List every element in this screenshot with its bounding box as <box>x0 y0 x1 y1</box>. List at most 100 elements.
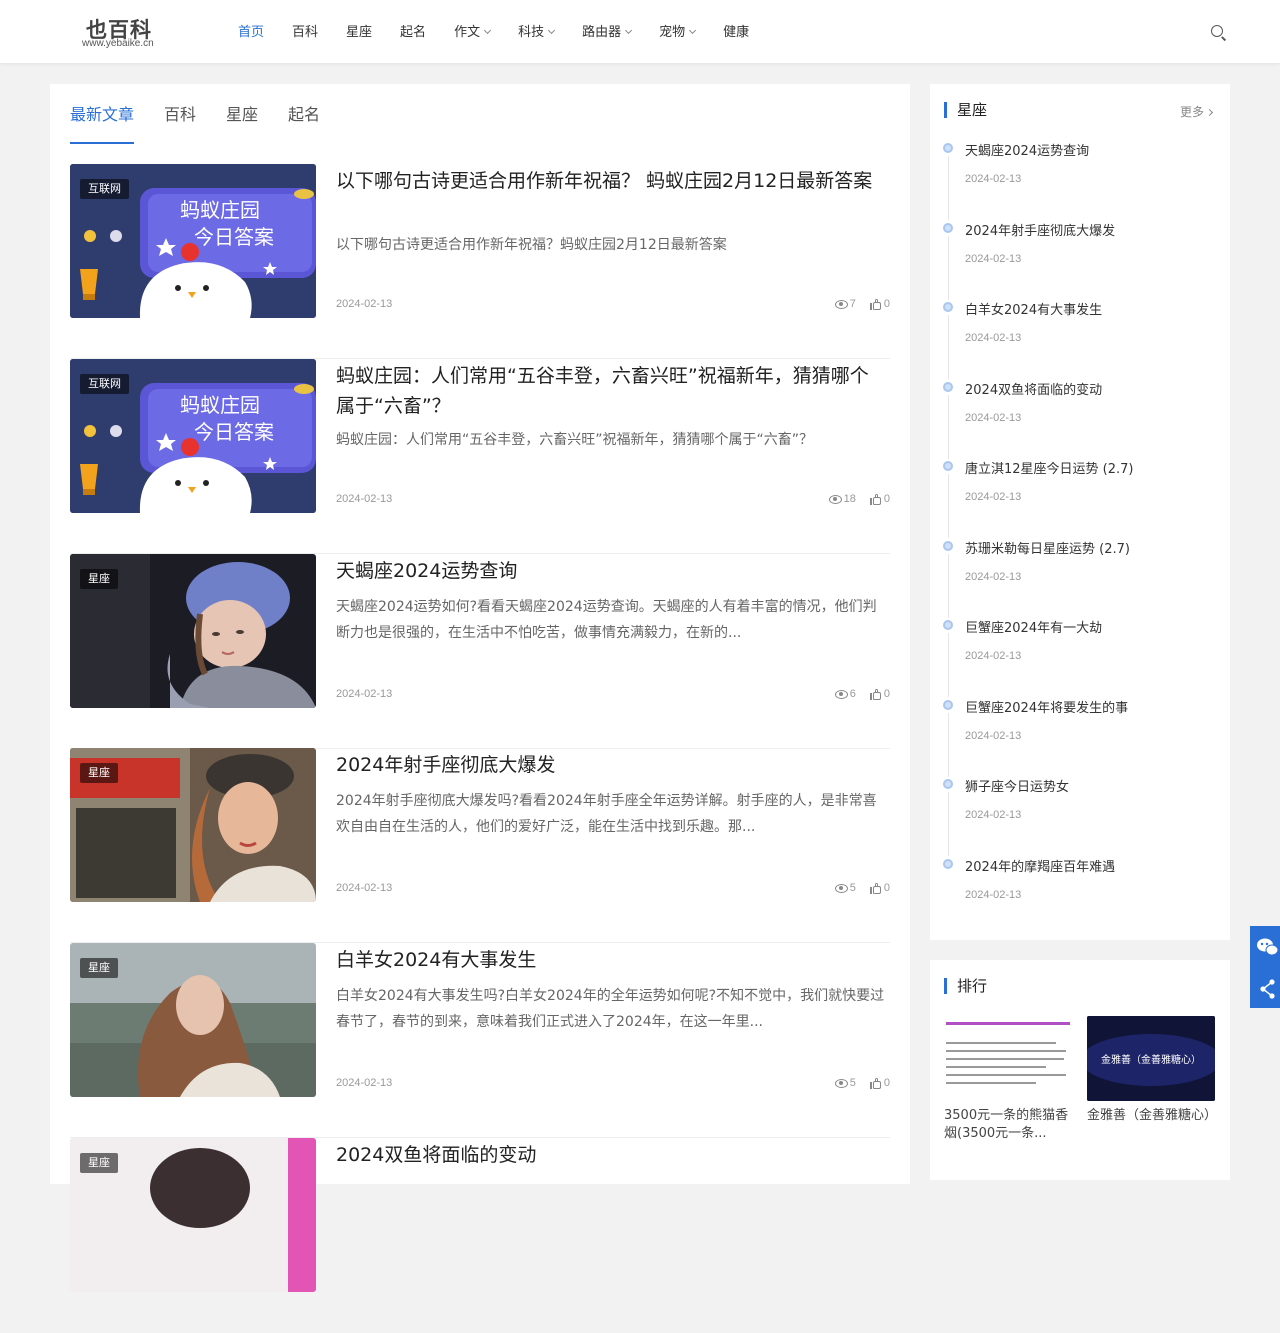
article-excerpt: 2024年射手座彻底大爆发吗?看看2024年射手座全年运势详解。射手座的人，是非… <box>336 793 877 835</box>
nav-item-home[interactable]: 首页 <box>224 0 278 64</box>
article-thumbnail[interactable]: 星座 <box>70 554 316 708</box>
timeline-item: 2024年射手座彻底大爆发 2024-02-13 <box>943 220 1217 302</box>
share-icon[interactable] <box>1250 968 1280 1008</box>
timeline-item-title[interactable]: 狮子座今日运势女 <box>965 776 1215 795</box>
nav-item-router[interactable]: 路由器 <box>568 0 645 64</box>
category-badge[interactable]: 星座 <box>80 958 118 978</box>
timeline-dot-icon <box>943 222 953 233</box>
view-count: 5 <box>849 882 856 894</box>
title-card-text: 金雅善（金善雅糖心） <box>1101 1053 1201 1066</box>
category-badge[interactable]: 星座 <box>80 1153 118 1173</box>
tab-qiming[interactable]: 起名 <box>288 84 320 144</box>
more-link[interactable]: 更多 <box>1180 103 1214 120</box>
sidebar-ranking-widget: 排行 3500元一条的熊猫香烟(3500元一条... 金雅善（金善雅糖心） 金雅… <box>930 960 1230 1180</box>
thumbs-up-icon[interactable] <box>869 688 882 700</box>
timeline-item-title[interactable]: 2024年的摩羯座百年难遇 <box>965 856 1215 875</box>
thumbs-up-icon[interactable] <box>869 298 882 310</box>
eye-icon <box>834 1078 848 1088</box>
thumbs-up-icon[interactable] <box>869 882 882 894</box>
ranking-thumbnail[interactable] <box>944 1016 1072 1101</box>
timeline-item-title[interactable]: 唐立淇12星座今日运势 (2.7) <box>965 458 1215 477</box>
timeline-item-title[interactable]: 巨蟹座2024年有一大劫 <box>965 617 1215 636</box>
wechat-icon[interactable] <box>1250 926 1280 966</box>
timeline-item-title[interactable]: 2024年射手座彻底大爆发 <box>965 220 1215 239</box>
nav-item-qiming[interactable]: 起名 <box>386 0 440 64</box>
category-badge[interactable]: 互联网 <box>80 179 129 199</box>
timeline-item-date: 2024-02-13 <box>965 252 1022 265</box>
like-count: 0 <box>883 688 890 700</box>
site-logo[interactable]: 也百科 www.yebaike.cn <box>82 16 172 52</box>
article-date: 2024-02-13 <box>336 298 393 310</box>
widget-title: 星座 <box>944 102 987 118</box>
category-badge[interactable]: 星座 <box>80 569 118 589</box>
article-item: 蚂蚁庄园 今日答案 互联网 蚂蚁庄园：人们常用“五谷丰登，六畜兴旺”祝福新年，猜… <box>70 359 890 554</box>
ranking-caption[interactable]: 金雅善（金善雅糖心） <box>1087 1107 1217 1125</box>
article-thumbnail[interactable]: 蚂蚁庄园 今日答案 互联网 <box>70 164 316 318</box>
chevron-down-icon <box>548 26 556 35</box>
article-title[interactable]: 2024年射手座彻底大爆发 <box>336 750 886 780</box>
timeline-dot-icon <box>943 540 953 551</box>
timeline-item-date: 2024-02-13 <box>965 332 1022 344</box>
category-badge[interactable]: 星座 <box>80 763 118 783</box>
tab-latest[interactable]: 最新文章 <box>70 84 135 144</box>
article-item: 星座 2024双鱼将面临的变动 <box>70 1138 890 1333</box>
thumb-text-line2: 今日答案 <box>194 225 274 249</box>
article-title[interactable]: 以下哪句古诗更适合用作新年祝福？ 蚂蚁庄园2月12日最新答案 <box>336 166 886 196</box>
article-thumbnail[interactable]: 星座 <box>70 943 316 1097</box>
article-title[interactable]: 蚂蚁庄园：人们常用“五谷丰登，六畜兴旺”祝福新年，猜猜哪个属于“六畜”？ <box>336 361 886 421</box>
ranking-item: 3500元一条的熊猫香烟(3500元一条... <box>944 1016 1072 1143</box>
timeline-item-title[interactable]: 巨蟹座2024年将要发生的事 <box>965 697 1215 716</box>
nav-item-pet[interactable]: 宠物 <box>645 0 709 64</box>
article-item: 星座 天蝎座2024运势查询 天蝎座2024运势如何?看看天蝎座2024运势查询… <box>70 554 890 749</box>
article-item: 星座 白羊女2024有大事发生 白羊女2024有大事发生吗?白羊女2024年的全… <box>70 943 890 1138</box>
nav-item-baike[interactable]: 百科 <box>278 0 332 64</box>
article-excerpt: 蚂蚁庄园：人们常用“五谷丰登，六畜兴旺”祝福新年，猜猜哪个属于“六畜”？ <box>336 432 814 448</box>
article-title[interactable]: 白羊女2024有大事发生 <box>336 945 886 975</box>
like-count: 0 <box>883 882 890 894</box>
chevron-down-icon <box>625 26 633 35</box>
timeline-list: 天蝎座2024运势查询 2024-02-13 2024年射手座彻底大爆发 2024-… <box>943 142 1207 912</box>
nav-item-health[interactable]: 健康 <box>709 0 763 64</box>
nav-item-keji[interactable]: 科技 <box>504 0 568 64</box>
tab-xingzuo[interactable]: 星座 <box>226 84 258 144</box>
search-icon[interactable] <box>1208 22 1228 42</box>
timeline-item: 苏珊米勒每日星座运势 (2.7) 2024-02-13 <box>943 538 1217 620</box>
article-title[interactable]: 2024双鱼将面临的变动 <box>336 1140 886 1170</box>
timeline-item-date: 2024-02-13 <box>965 570 1022 583</box>
timeline-dot-icon <box>943 461 953 471</box>
timeline-dot-icon <box>943 143 953 153</box>
article-stats: 7 0 <box>834 298 890 310</box>
timeline-item-date: 2024-02-13 <box>965 809 1022 821</box>
timeline-item-title[interactable]: 白羊女2024有大事发生 <box>965 299 1215 318</box>
timeline-item-title[interactable]: 苏珊米勒每日星座运势 (2.7) <box>965 538 1215 557</box>
timeline-dot-icon <box>943 699 953 710</box>
eye-icon <box>834 299 848 309</box>
article-title[interactable]: 天蝎座2024运势查询 <box>336 556 886 586</box>
article-stats: 5 0 <box>834 1077 890 1089</box>
timeline-dot-icon <box>943 779 953 789</box>
thumbs-up-icon[interactable] <box>869 493 882 505</box>
ranking-thumbnail[interactable]: 金雅善（金善雅糖心） <box>1087 1016 1215 1101</box>
ranking-item: 金雅善（金善雅糖心） 金雅善（金善雅糖心） <box>1087 1016 1217 1125</box>
category-badge[interactable]: 互联网 <box>80 374 129 394</box>
tab-baike[interactable]: 百科 <box>164 84 196 144</box>
article-thumbnail[interactable]: 星座 <box>70 748 316 902</box>
nav-item-zuowen[interactable]: 作文 <box>440 0 504 64</box>
thumbs-up-icon[interactable] <box>869 1077 882 1089</box>
article-thumbnail[interactable]: 星座 <box>70 1138 316 1292</box>
view-count: 6 <box>849 688 856 700</box>
article-excerpt: 以下哪句古诗更适合用作新年祝福？蚂蚁庄园2月12日最新答案 <box>336 237 727 253</box>
chevron-down-icon <box>689 26 697 35</box>
chevron-down-icon <box>484 26 492 35</box>
thumb-text-line1: 蚂蚁庄园 <box>180 198 260 222</box>
article-thumbnail[interactable]: 蚂蚁庄园 今日答案 互联网 <box>70 359 316 513</box>
timeline-item-date: 2024-02-13 <box>965 173 1022 185</box>
ranking-caption[interactable]: 3500元一条的熊猫香烟(3500元一条... <box>944 1107 1072 1143</box>
article-excerpt: 天蝎座2024运势如何?看看天蝎座2024运势查询。天蝎座的人有着丰富的情况，他… <box>336 599 877 641</box>
timeline-item-date: 2024-02-13 <box>965 491 1022 503</box>
article-item: 星座 2024年射手座彻底大爆发 2024年射手座彻底大爆发吗?看看2024年射… <box>70 748 890 943</box>
nav-item-xingzuo[interactable]: 星座 <box>332 0 386 64</box>
chevron-right-icon <box>1205 108 1214 117</box>
timeline-item-title[interactable]: 天蝎座2024运势查询 <box>965 140 1215 159</box>
timeline-item-title[interactable]: 2024双鱼将面临的变动 <box>965 379 1215 398</box>
